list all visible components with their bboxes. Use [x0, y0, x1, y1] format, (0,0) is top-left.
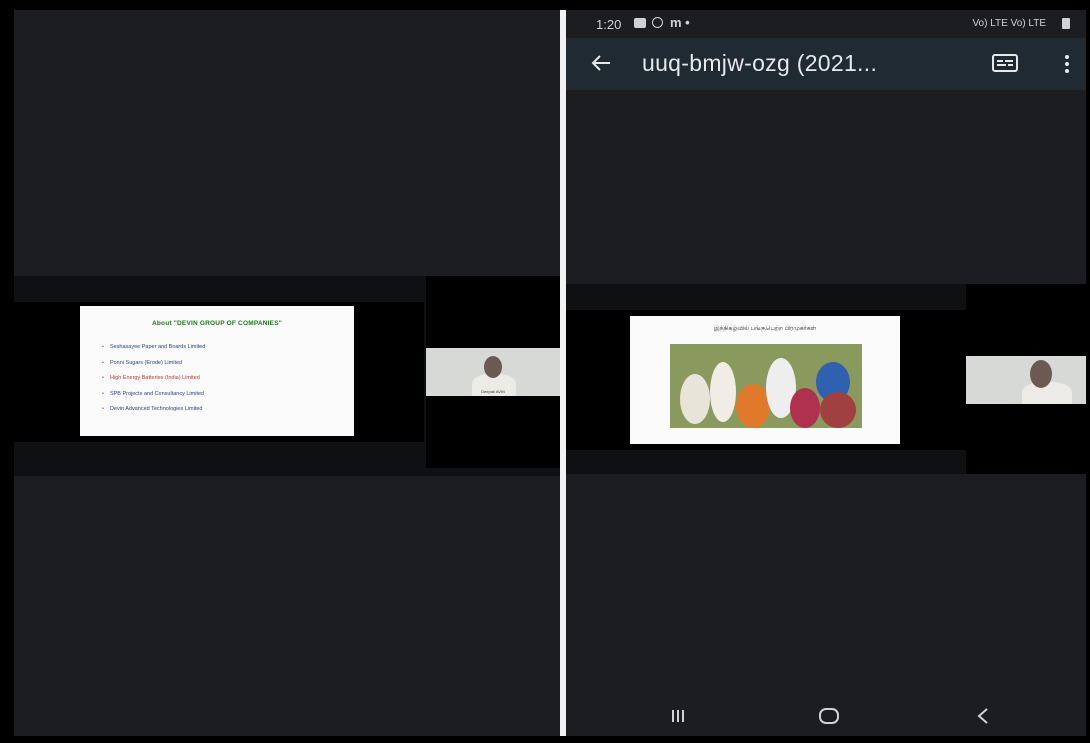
closed-captions-icon[interactable]: [992, 54, 1018, 72]
right-phone-screen: 1:20 m • Vo) LTE Vo) LTE uuq-bmjw-ozg (2…: [566, 10, 1086, 736]
shared-slide: இந்நிகழ்வில் பங்குபெற்ற பிரமுகர்கள்: [630, 316, 900, 444]
recents-icon[interactable]: [670, 708, 686, 724]
shared-screen[interactable]: About "DEVIN GROUP OF COMPANIES" Seshasa…: [14, 302, 424, 442]
nav-back-icon[interactable]: [976, 707, 990, 725]
person-head: [484, 356, 502, 378]
slide-title: இந்நிகழ்வில் பங்குபெற்ற பிரமுகர்கள்: [713, 326, 817, 332]
arrow-left-icon[interactable]: [590, 52, 612, 74]
participant-video: [966, 356, 1086, 404]
slide-title: About "DEVIN GROUP OF COMPANIES": [151, 320, 283, 327]
status-time: 1:20: [596, 17, 622, 32]
shared-slide: About "DEVIN GROUP OF COMPANIES" Seshasa…: [80, 306, 354, 436]
app-bar: uuq-bmjw-ozg (2021...: [566, 38, 1086, 90]
home-icon[interactable]: [818, 707, 840, 725]
group-photo: [670, 344, 862, 428]
participant-tile[interactable]: [966, 284, 1086, 474]
signal-indicators: Vo) LTE Vo) LTE: [972, 18, 1046, 29]
participant-name: Deepak AVIN: [481, 389, 505, 394]
person-head: [1030, 360, 1052, 388]
battery-icon: [1062, 18, 1070, 29]
status-bar: 1:20 m • Vo) LTE Vo) LTE: [566, 10, 1086, 38]
gallery-icon: [634, 18, 646, 28]
slide-list-item: Seshasayee Paper and Boards Limited: [102, 340, 205, 356]
notification-indicators: m •: [670, 15, 690, 30]
whatsapp-icon: [652, 17, 663, 28]
more-vert-icon[interactable]: [1064, 54, 1070, 74]
slide-company-list: Seshasayee Paper and Boards Limited Ponn…: [102, 340, 205, 418]
slide-list-item: Devin Advanced Technologies Limited: [102, 402, 205, 418]
slide-list-item: Ponni Sugars (Erode) Limited: [102, 356, 205, 372]
left-meeting-screen: About "DEVIN GROUP OF COMPANIES" Seshasa…: [14, 10, 560, 736]
slide-list-item: SPB Projects and Consultancy Limited: [102, 387, 205, 403]
participant-tile[interactable]: Deepak AVIN: [426, 276, 560, 468]
slide-list-item: High Energy Batteries (India) Limited: [102, 371, 205, 387]
participant-video: Deepak AVIN: [426, 348, 560, 396]
meeting-title: uuq-bmjw-ozg (2021...: [642, 50, 878, 76]
shared-screen[interactable]: இந்நிகழ்வில் பங்குபெற்ற பிரமுகர்கள்: [566, 310, 966, 450]
android-navigation-bar: [566, 696, 1086, 736]
